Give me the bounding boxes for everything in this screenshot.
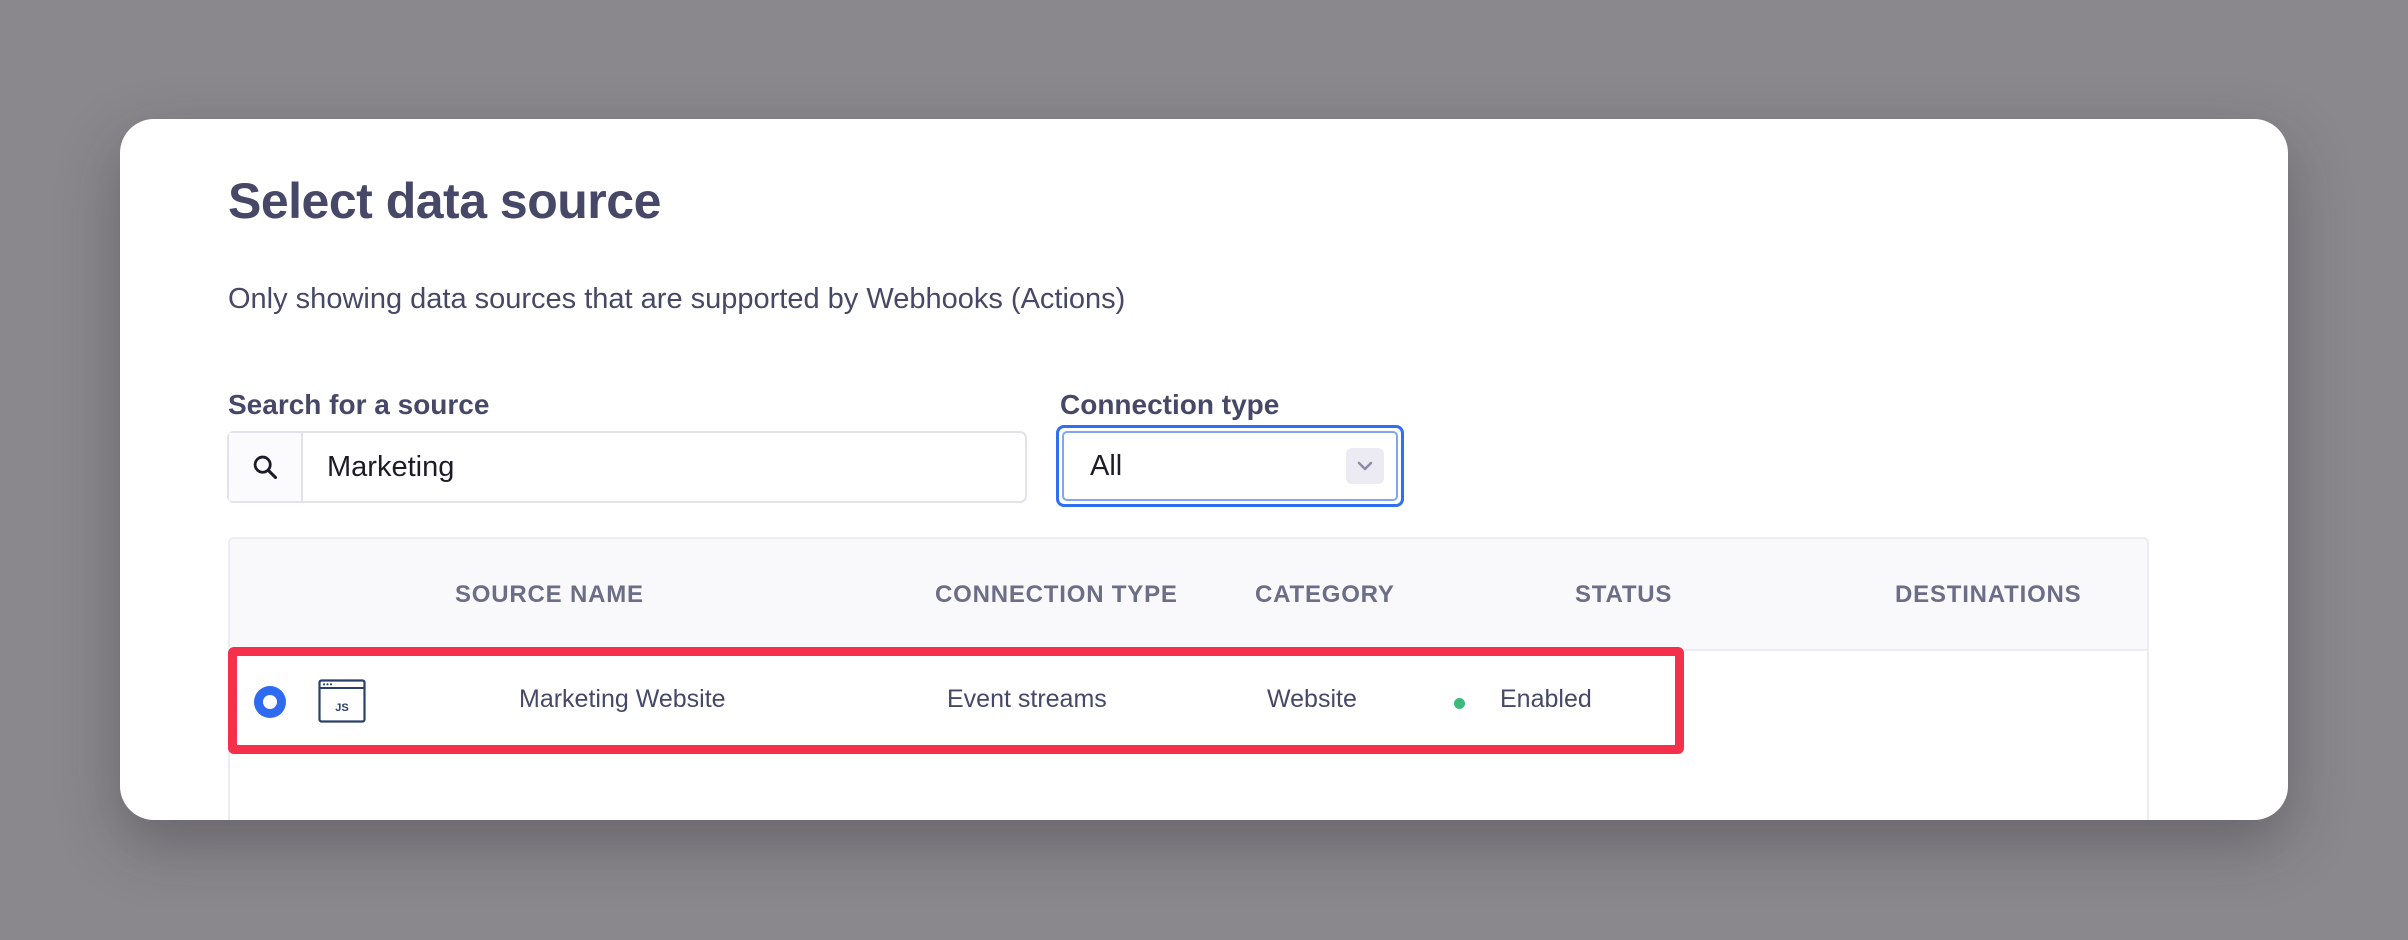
connection-type-cell: Event streams xyxy=(947,685,1107,713)
connection-type-select[interactable]: All xyxy=(1056,425,1404,507)
column-header-status: STATUS xyxy=(1575,581,1673,608)
row-radio-button[interactable] xyxy=(254,686,286,718)
table-header: SOURCE NAME CONNECTION TYPE CATEGORY STA… xyxy=(230,539,2147,651)
page-title: Select data source xyxy=(228,173,661,229)
connection-type-selected-value: All xyxy=(1090,449,1123,482)
column-header-category: CATEGORY xyxy=(1255,581,1395,608)
chevron-down-icon xyxy=(1346,448,1384,484)
column-header-connection-type: CONNECTION TYPE xyxy=(935,581,1178,608)
select-data-source-modal: Select data source Only showing data sou… xyxy=(120,119,2288,820)
connection-type-label: Connection type xyxy=(1060,389,1280,420)
modal-subtitle: Only showing data sources that are suppo… xyxy=(228,283,1126,315)
search-icon xyxy=(229,433,303,501)
column-header-destinations: DESTINATIONS xyxy=(1895,581,2082,608)
source-icon-label: JS xyxy=(335,702,348,714)
search-label: Search for a source xyxy=(228,389,490,420)
sources-table: SOURCE NAME CONNECTION TYPE CATEGORY STA… xyxy=(228,537,2149,820)
status-cell: Enabled xyxy=(1500,685,1592,713)
search-input[interactable] xyxy=(303,433,1025,501)
source-name-cell: Marketing Website xyxy=(519,685,726,713)
category-cell: Website xyxy=(1267,685,1357,713)
search-field[interactable] xyxy=(227,431,1027,503)
javascript-source-icon: JS xyxy=(318,679,366,723)
table-row[interactable]: JS Marketing Website Event streams Websi… xyxy=(230,651,2147,751)
status-indicator-dot xyxy=(1454,698,1465,709)
column-header-source-name: SOURCE NAME xyxy=(455,581,644,608)
radio-selected-dot xyxy=(263,695,277,709)
